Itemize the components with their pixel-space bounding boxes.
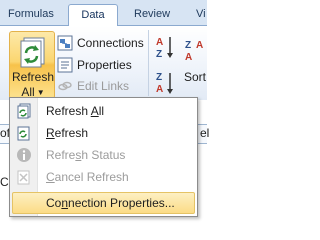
ribbon-data-panel: Refresh All ▼ Connections Properties Edit… [0, 26, 207, 100]
properties-icon [57, 57, 73, 73]
menu-item-label: Refresh All [46, 104, 105, 118]
properties-label: Properties [77, 58, 132, 72]
edit-links-icon [58, 81, 72, 91]
svg-text:A: A [196, 40, 203, 51]
cell-fragment-right: el [200, 126, 210, 140]
edit-links-button: Edit Links [56, 76, 146, 96]
refresh-icon [17, 126, 30, 141]
connections-label: Connections [77, 36, 144, 50]
svg-text:A: A [156, 37, 163, 48]
sort-button[interactable]: Z A A Sort [183, 36, 207, 100]
refresh-all-button[interactable]: Refresh All ▼ [9, 31, 55, 99]
menu-item-cancel-refresh: Cancel Refresh [10, 166, 197, 188]
menu-item-refresh-all[interactable]: Refresh All [10, 100, 197, 122]
svg-text:A: A [156, 84, 163, 95]
sort-icon: Z A A [185, 40, 203, 63]
group-separator [148, 30, 149, 96]
tab-data[interactable]: Data [68, 4, 118, 27]
cancel-refresh-icon [17, 170, 30, 185]
menu-item-label: Refresh Status [46, 148, 126, 162]
refresh-all-dropdown-menu: Refresh All Refresh Refresh Status Cance… [9, 97, 198, 217]
svg-text:A: A [185, 52, 192, 63]
svg-text:Z: Z [156, 49, 162, 60]
sort-label: Sort [184, 70, 207, 84]
refresh-all-label-line1: Refresh [11, 70, 55, 84]
info-icon [17, 148, 31, 162]
menu-item-label: Cancel Refresh [46, 170, 129, 184]
edit-links-label: Edit Links [77, 79, 130, 93]
sort-a-to-z-icon[interactable]: A Z [155, 34, 175, 68]
properties-button[interactable]: Properties [56, 55, 146, 75]
menu-item-label: Refresh [46, 126, 89, 140]
connections-button[interactable]: Connections [56, 33, 146, 53]
svg-text:Z: Z [156, 72, 162, 83]
tab-formulas[interactable]: Formulas [2, 4, 60, 26]
menu-item-refresh[interactable]: Refresh [10, 122, 197, 144]
chevron-down-icon: ▼ [36, 88, 45, 97]
tab-view[interactable]: Vi [190, 4, 212, 26]
refresh-all-icon [17, 103, 31, 119]
tab-review[interactable]: Review [128, 4, 176, 26]
ribbon-tab-strip: Formulas Data Review Vi [0, 0, 207, 27]
menu-item-label: Connection Properties... [46, 196, 175, 210]
refresh-all-icon [20, 37, 45, 68]
menu-item-connection-properties[interactable]: Connection Properties... [12, 192, 195, 214]
connections-icon [57, 35, 73, 51]
menu-item-refresh-status: Refresh Status [10, 144, 197, 166]
svg-text:Z: Z [185, 40, 191, 51]
